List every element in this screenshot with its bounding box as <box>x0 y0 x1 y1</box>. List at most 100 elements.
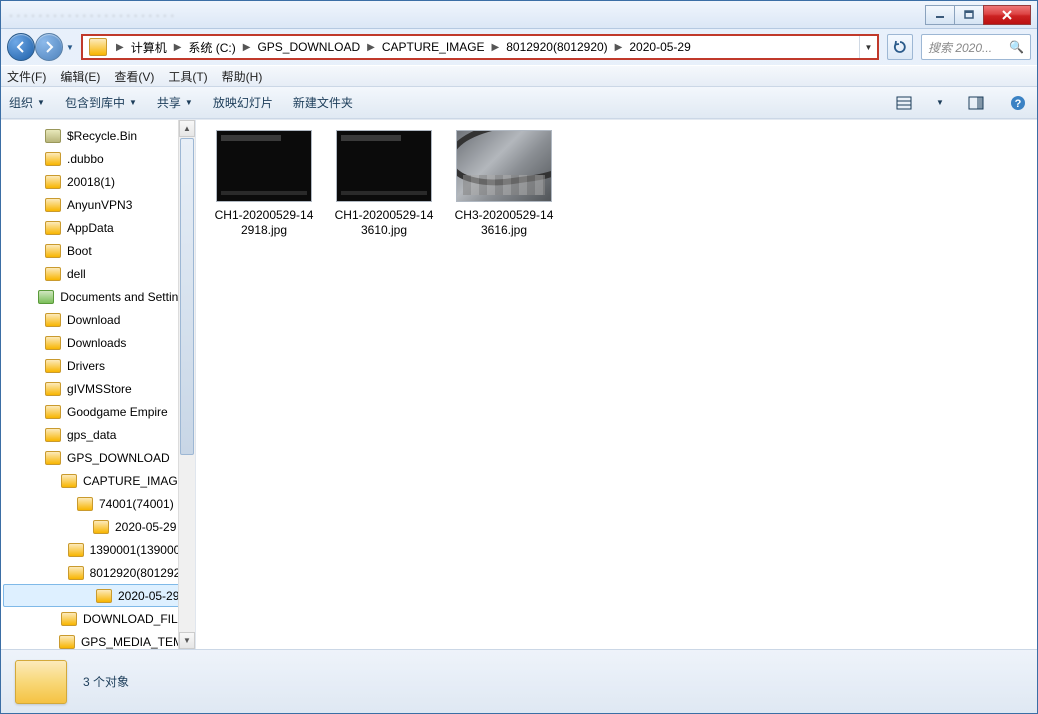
address-dropdown[interactable]: ▼ <box>859 36 877 58</box>
menu-edit[interactable]: 编辑(E) <box>60 68 100 85</box>
close-button[interactable] <box>983 5 1031 25</box>
file-name-label: CH1-20200529-142918.jpg <box>214 208 314 238</box>
details-pane: 3 个对象 <box>1 649 1037 713</box>
crumb-root[interactable]: 计算机 <box>129 39 169 56</box>
menu-file[interactable]: 文件(F) <box>7 68 46 85</box>
address-bar[interactable]: ▶ 计算机 ▶ 系统 (C:) ▶ GPS_DOWNLOAD ▶ CAPTURE… <box>81 34 879 60</box>
file-name-label: CH1-20200529-143610.jpg <box>334 208 434 238</box>
search-input[interactable]: 搜索 2020... 🔍 <box>921 34 1031 60</box>
tree-item-label: CAPTURE_IMAGE <box>83 474 186 488</box>
tree-item-label: 20018(1) <box>67 175 115 189</box>
preview-pane-button[interactable] <box>965 92 987 114</box>
tree-item-label: AppData <box>67 221 114 235</box>
crumb-drive[interactable]: 系统 (C:) <box>186 39 237 56</box>
tree-item[interactable]: CAPTURE_IMAGE <box>1 469 195 492</box>
file-item[interactable]: CH1-20200529-142918.jpg <box>214 130 314 238</box>
chevron-down-icon: ▼ <box>37 98 45 107</box>
tree-item[interactable]: Boot <box>1 239 195 262</box>
tree-item[interactable]: Drivers <box>1 354 195 377</box>
tree-item-label: GPS_DOWNLOAD <box>67 451 170 465</box>
tree-item[interactable]: GPS_DOWNLOAD <box>1 446 195 469</box>
folder-icon <box>59 635 75 649</box>
tree-item[interactable]: $Recycle.Bin <box>1 124 195 147</box>
new-folder-button[interactable]: 新建文件夹 <box>293 94 353 111</box>
folder-icon <box>45 451 61 465</box>
file-thumbnail <box>456 130 552 202</box>
tree-item[interactable]: AnyunVPN3 <box>1 193 195 216</box>
chevron-right-icon: ▶ <box>111 42 129 53</box>
tree-item-label: $Recycle.Bin <box>67 129 137 143</box>
crumb-4[interactable]: 2020-05-29 <box>627 40 692 54</box>
tree-item[interactable]: Goodgame Empire <box>1 400 195 423</box>
tree-item[interactable]: gIVMSStore <box>1 377 195 400</box>
tree-item[interactable]: GPS_MEDIA_TEMP <box>1 630 195 649</box>
scroll-down-icon[interactable]: ▼ <box>179 632 195 649</box>
share-button[interactable]: 共享▼ <box>157 94 193 111</box>
chevron-right-icon: ▶ <box>362 42 380 53</box>
explorer-window: · · · · · · · · · · · · · · · · · · · · … <box>0 0 1038 714</box>
crumb-3[interactable]: 8012920(8012920) <box>504 40 609 54</box>
tree-item[interactable]: 74001(74001) <box>1 492 195 515</box>
tree-item[interactable]: Download <box>1 308 195 331</box>
slideshow-button[interactable]: 放映幻灯片 <box>213 94 273 111</box>
back-button[interactable] <box>7 33 35 61</box>
file-item[interactable]: CH1-20200529-143610.jpg <box>334 130 434 238</box>
view-options-button[interactable] <box>893 92 915 114</box>
menu-help[interactable]: 帮助(H) <box>222 68 263 85</box>
menu-tools[interactable]: 工具(T) <box>168 68 207 85</box>
window-controls <box>926 5 1031 25</box>
folder-icon <box>61 474 77 488</box>
tree-item-label: Downloads <box>67 336 126 350</box>
tree-item[interactable]: 2020-05-29 <box>1 515 195 538</box>
scroll-up-icon[interactable]: ▲ <box>179 120 195 137</box>
file-list[interactable]: CH1-20200529-142918.jpg CH1-20200529-1436… <box>196 120 1037 649</box>
folder-icon <box>68 566 84 580</box>
tree-item-label: Drivers <box>67 359 105 373</box>
tree-item[interactable]: gps_data <box>1 423 195 446</box>
tree-item-label: dell <box>67 267 86 281</box>
crumb-1[interactable]: GPS_DOWNLOAD <box>255 40 362 54</box>
include-in-library-button[interactable]: 包含到库中▼ <box>65 94 137 111</box>
chevron-down-icon: ▼ <box>129 98 137 107</box>
tree-item[interactable]: Downloads <box>1 331 195 354</box>
tree-item[interactable]: 1390001(1390001) <box>1 538 195 561</box>
crumb-2[interactable]: CAPTURE_IMAGE <box>380 40 487 54</box>
forward-arrow-icon <box>42 40 56 54</box>
minimize-button[interactable] <box>925 5 955 25</box>
chevron-down-icon: ▼ <box>185 98 193 107</box>
tree-item[interactable]: 20018(1) <box>1 170 195 193</box>
tree-item-label: gps_data <box>67 428 116 442</box>
menu-view[interactable]: 查看(V) <box>114 68 154 85</box>
refresh-button[interactable] <box>887 34 913 60</box>
folder-icon <box>45 221 61 235</box>
sidebar-scrollbar[interactable]: ▲ ▼ <box>178 120 195 649</box>
tree-item-label: .dubbo <box>67 152 104 166</box>
scroll-thumb[interactable] <box>180 138 194 455</box>
folder-large-icon <box>15 660 67 704</box>
tree-item[interactable]: dell <box>1 262 195 285</box>
chevron-right-icon: ▶ <box>610 42 628 53</box>
organize-label: 组织 <box>9 94 33 111</box>
help-button[interactable]: ? <box>1007 92 1029 114</box>
tree-item[interactable]: DOWNLOAD_FILE <box>1 607 195 630</box>
tree-item[interactable]: 8012920(8012920) <box>1 561 195 584</box>
nav-history-dropdown[interactable]: ▼ <box>63 34 77 60</box>
chevron-down-icon: ▼ <box>936 98 944 107</box>
view-options-dropdown[interactable]: ▼ <box>935 92 945 114</box>
organize-button[interactable]: 组织 ▼ <box>9 94 45 111</box>
tree-item-label: 1390001(1390001) <box>90 543 191 557</box>
chevron-right-icon: ▶ <box>487 42 505 53</box>
menu-bar: 文件(F) 编辑(E) 查看(V) 工具(T) 帮助(H) <box>1 65 1037 87</box>
tree-item[interactable]: 2020-05-29 <box>3 584 193 607</box>
forward-button[interactable] <box>35 33 63 61</box>
maximize-button[interactable] <box>954 5 984 25</box>
tree-item[interactable]: Documents and Settings <box>1 285 195 308</box>
tree-item-label: Download <box>67 313 120 327</box>
tree-item[interactable]: AppData <box>1 216 195 239</box>
scroll-track[interactable] <box>179 456 195 632</box>
tree-item[interactable]: .dubbo <box>1 147 195 170</box>
status-text: 3 个对象 <box>83 673 129 690</box>
folder-icon <box>45 244 61 258</box>
folder-icon <box>45 428 61 442</box>
file-item[interactable]: CH3-20200529-143616.jpg <box>454 130 554 238</box>
